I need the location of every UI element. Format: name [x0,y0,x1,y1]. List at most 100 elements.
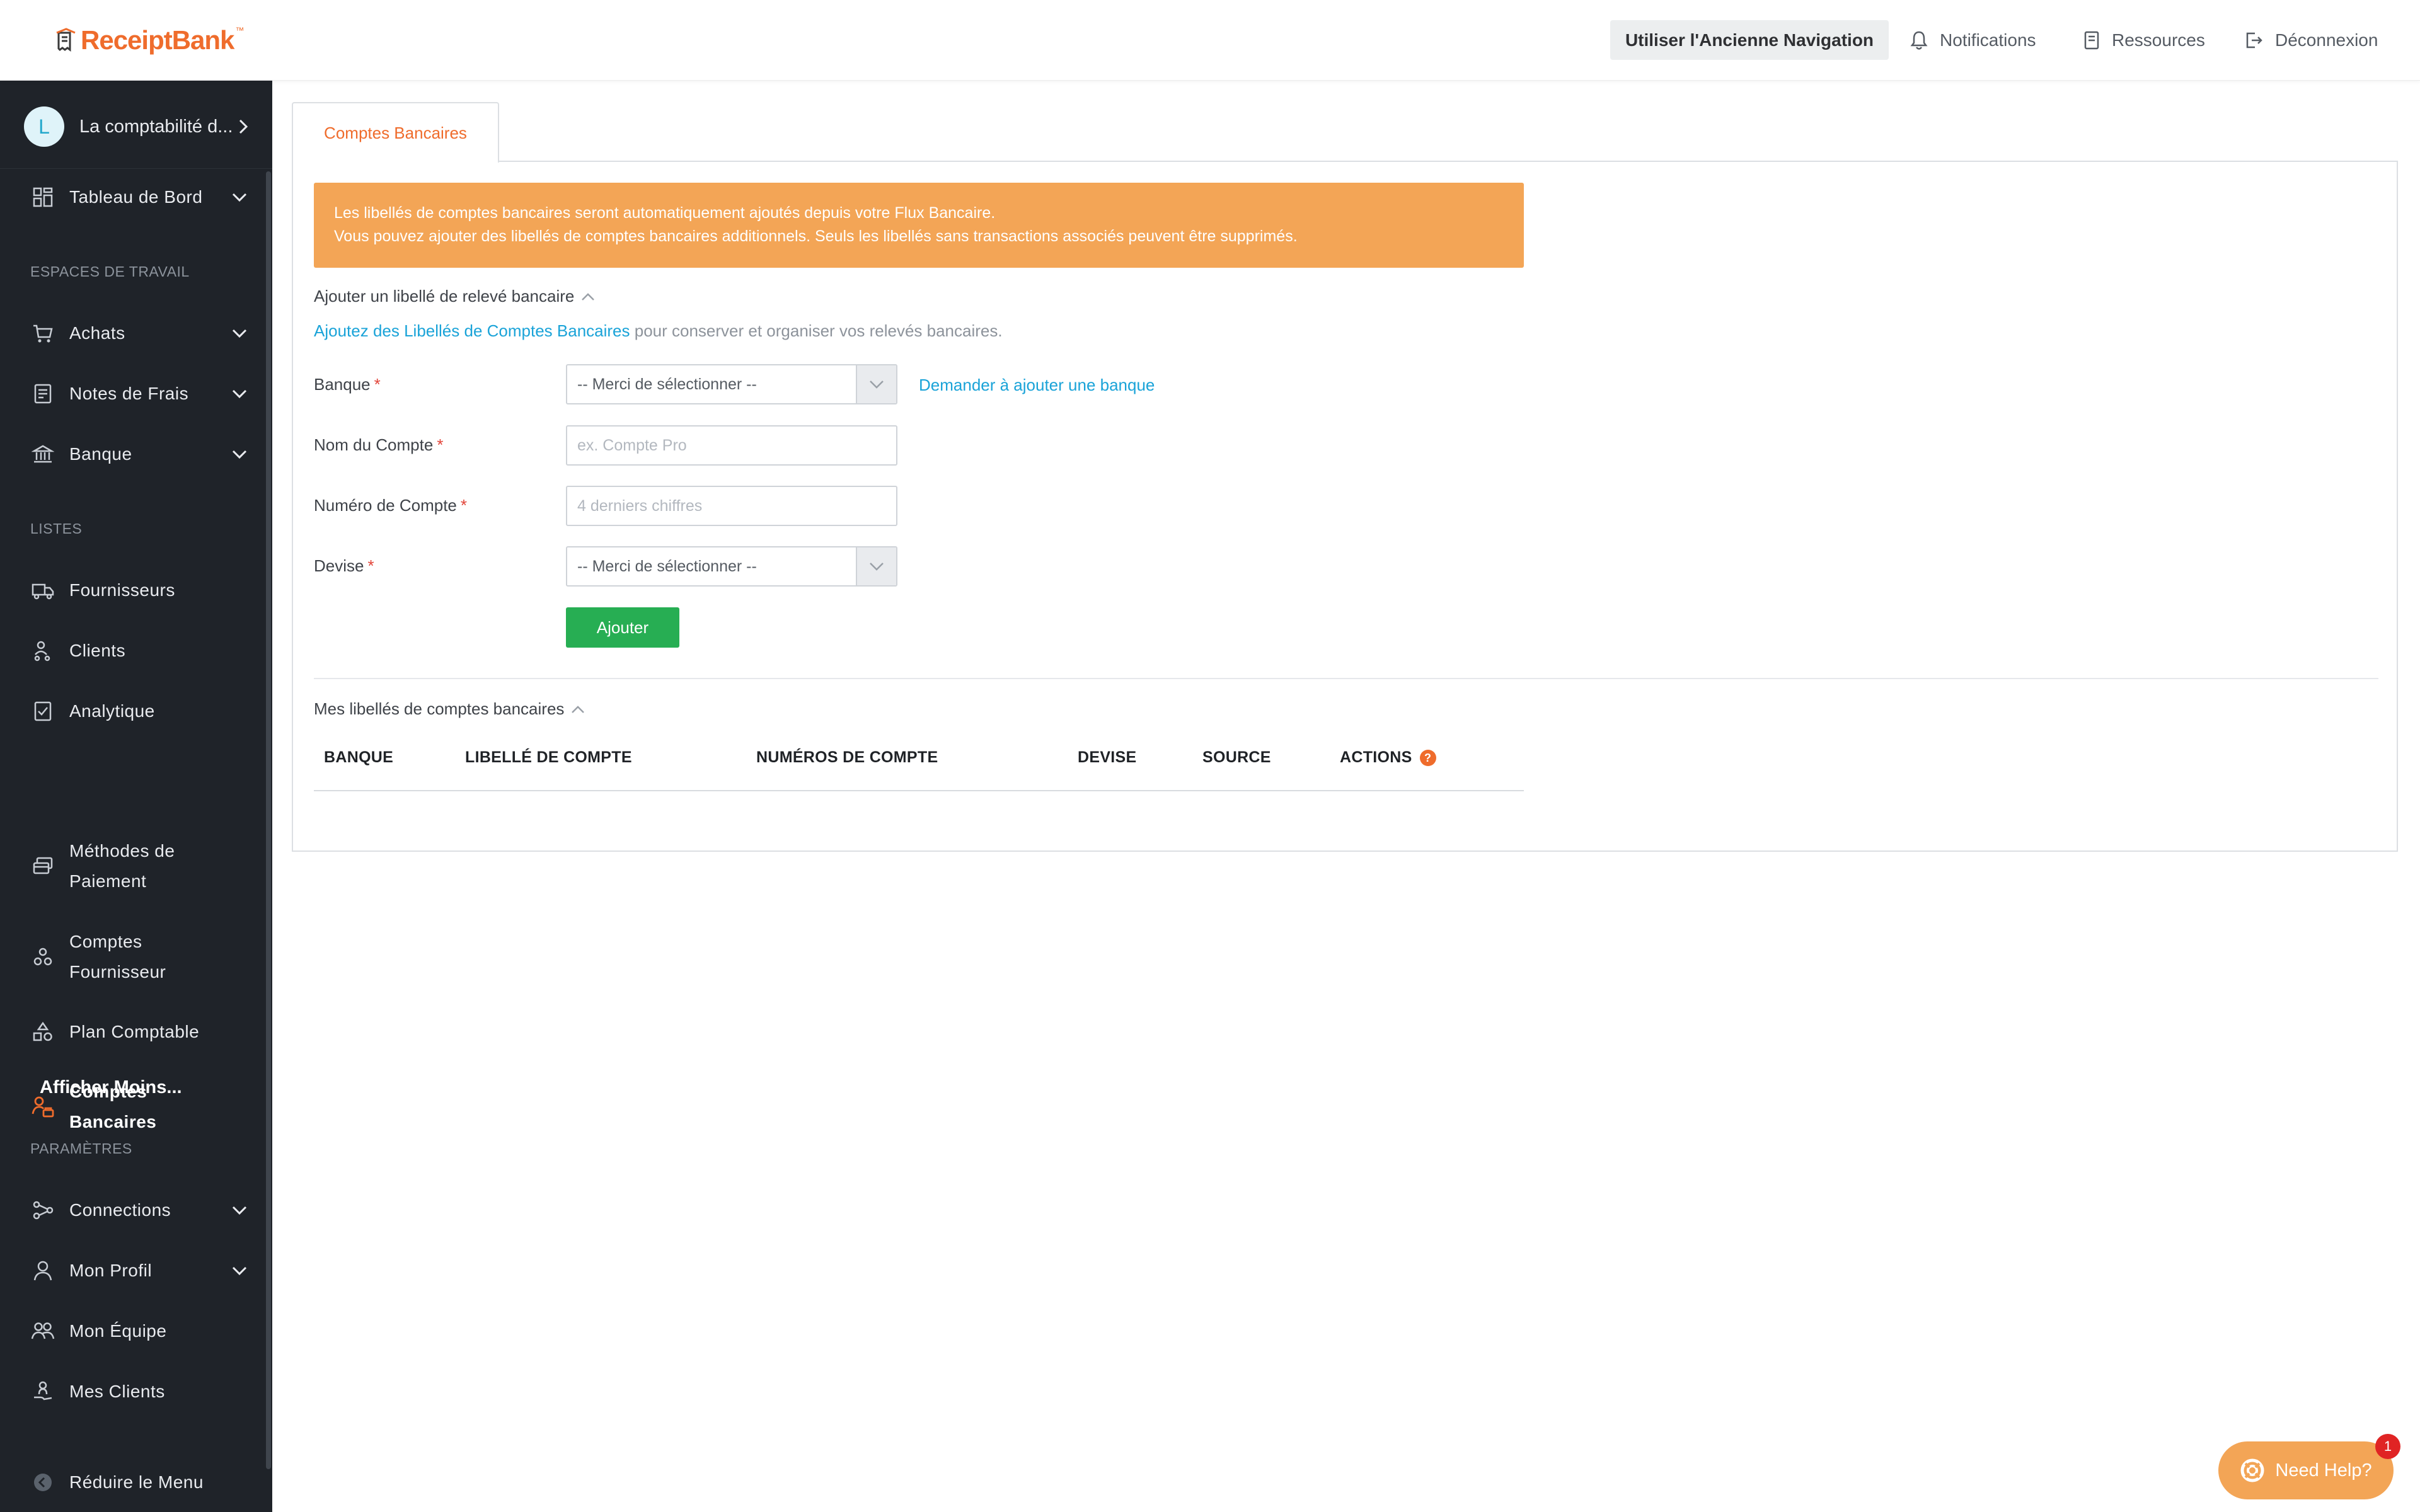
chevron-down-icon [232,329,247,338]
show-less-link[interactable]: Afficher Moins... [40,1077,182,1098]
sidebar-item-label: Méthodes de Paiement [69,836,175,896]
sidebar-scrollbar[interactable] [266,171,271,1469]
bank-select[interactable]: -- Merci de sélectionner -- [566,364,897,404]
logout-label: Déconnexion [2275,30,2378,50]
chevron-down-icon [232,193,247,202]
old-navigation-button[interactable]: Utiliser l'Ancienne Navigation [1610,20,1889,60]
app-root: ReceiptBank ™ Utiliser l'Ancienne Naviga… [0,0,2420,1512]
help-question-icon[interactable]: ? [1419,750,1436,767]
add-labels-link[interactable]: Ajoutez des Libellés de Comptes Bancaire… [314,321,630,340]
bank-field-label: Banque * [314,375,381,394]
label-line: Méthodes de [69,841,175,861]
add-section-title: Ajouter un libellé de relevé bancaire [314,287,575,306]
account-number-field-label: Numéro de Compte * [314,496,467,515]
required-mark: * [437,435,444,454]
checklist-icon [30,699,55,724]
label-text: Numéro de Compte [314,496,457,515]
resources-label: Ressources [2112,30,2205,50]
logo-text: ReceiptBank [81,25,234,55]
sidebar-item-chart-of-accounts[interactable]: Plan Comptable [30,1017,257,1047]
sidebar-item-my-clients[interactable]: Mes Clients [30,1377,257,1407]
bank-select-value: -- Merci de sélectionner -- [577,375,757,393]
receipt-logo-icon [56,28,76,52]
sidebar-item-analytics[interactable]: Analytique [30,696,257,726]
sidebar-item-connections[interactable]: Connections [30,1195,257,1225]
dashboard-icon [30,185,55,210]
sidebar-item-purchases[interactable]: Achats [30,318,257,348]
chevron-up-icon [582,292,595,301]
logout-link[interactable]: Déconnexion [2244,20,2378,60]
section-settings: PARAMÈTRES [30,1140,132,1157]
hand-user-icon [30,1379,55,1404]
receiptbank-logo[interactable]: ReceiptBank ™ [55,24,244,57]
need-help-button[interactable]: Need Help? [2218,1441,2394,1499]
sidebar-item-label: Réduire le Menu [69,1472,204,1492]
add-section-toggle[interactable]: Ajouter un libellé de relevé bancaire [314,287,596,306]
sidebar-item-supplier-accounts[interactable]: Comptes Fournisseur [30,927,257,987]
sidebar-item-team[interactable]: Mon Équipe [30,1316,257,1346]
bank-icon [30,442,55,467]
label-text: Banque [314,375,371,394]
currency-select[interactable]: -- Merci de sélectionner -- [566,546,897,587]
help-text: Ajoutez des Libellés de Comptes Bancaire… [314,321,1003,341]
account-number-input[interactable]: 4 derniers chiffres [566,486,897,526]
sidebar-item-profile[interactable]: Mon Profil [30,1256,257,1286]
column-header-account-label: LIBELLÉ DE COMPTE [465,748,632,766]
notifications-link[interactable]: Notifications [1910,20,2036,60]
user-icon [30,1258,55,1283]
column-header-currency: DEVISE [1078,748,1137,766]
sidebar-item-label: Analytique [69,701,155,721]
add-button[interactable]: Ajouter [566,607,679,648]
connections-icon [30,1198,55,1223]
select-toggle[interactable] [856,547,896,585]
sidebar-item-suppliers[interactable]: Fournisseurs [30,575,257,605]
collapse-menu-button[interactable]: Réduire le Menu [30,1467,257,1498]
sidebar-item-label: Clients [69,641,126,660]
column-header-actions: ACTIONS? [1340,748,1436,767]
label-text: Devise [314,556,364,575]
top-header: ReceiptBank ™ Utiliser l'Ancienne Naviga… [0,0,2420,81]
chevron-up-icon [572,705,585,713]
sidebar-item-label: Plan Comptable [69,1022,200,1041]
sidebar-item-dashboard[interactable]: Tableau de Bord [30,182,257,212]
team-icon [30,1319,55,1344]
request-bank-link[interactable]: Demander à ajouter une banque [919,375,1155,395]
label-line: Comptes [69,932,142,951]
required-mark: * [460,496,468,515]
collapse-icon [30,1470,55,1495]
tab-bank-accounts[interactable]: Comptes Bancaires [292,102,499,163]
section-divider [314,678,2378,679]
label-line: Paiement [69,871,147,891]
account-name-input[interactable]: ex. Compte Pro [566,425,897,466]
sidebar-divider [0,168,272,169]
column-header-source: SOURCE [1202,748,1271,766]
sidebar-item-expenses[interactable]: Notes de Frais [30,379,257,409]
chevron-down-icon [232,1206,247,1215]
truck-icon [30,578,55,603]
resources-link[interactable]: Ressources [2083,20,2205,60]
need-help-label: Need Help? [2275,1460,2372,1480]
shapes-icon [30,1019,55,1045]
sidebar-item-bank[interactable]: Banque [30,439,257,469]
section-workspaces: ESPACES DE TRAVAIL [30,263,190,280]
sidebar-item-label: Mon Équipe [69,1321,167,1341]
required-mark: * [367,556,374,575]
account-switcher[interactable]: L La comptabilité d... [24,104,251,149]
help-text-rest: pour conserver et organiser vos relevés … [630,321,1003,340]
label-text: Nom du Compte [314,435,434,454]
chevron-down-icon [870,563,884,571]
need-help-badge: 1 [2375,1434,2400,1459]
sidebar-item-label: Banque [69,444,132,464]
cards-icon [30,854,55,879]
select-toggle[interactable] [856,365,896,403]
client-icon [30,638,55,663]
book-icon [2084,31,2099,49]
sidebar-item-label: Mon Profil [69,1261,153,1280]
circles-icon [30,944,55,970]
notifications-label: Notifications [1940,30,2036,50]
sidebar-item-clients[interactable]: Clients [30,636,257,666]
account-name: La comptabilité d... [79,116,233,137]
currency-select-value: -- Merci de sélectionner -- [577,557,757,575]
list-section-toggle[interactable]: Mes libellés de comptes bancaires [314,699,585,719]
sidebar-item-payment-methods[interactable]: Méthodes de Paiement [30,836,257,896]
